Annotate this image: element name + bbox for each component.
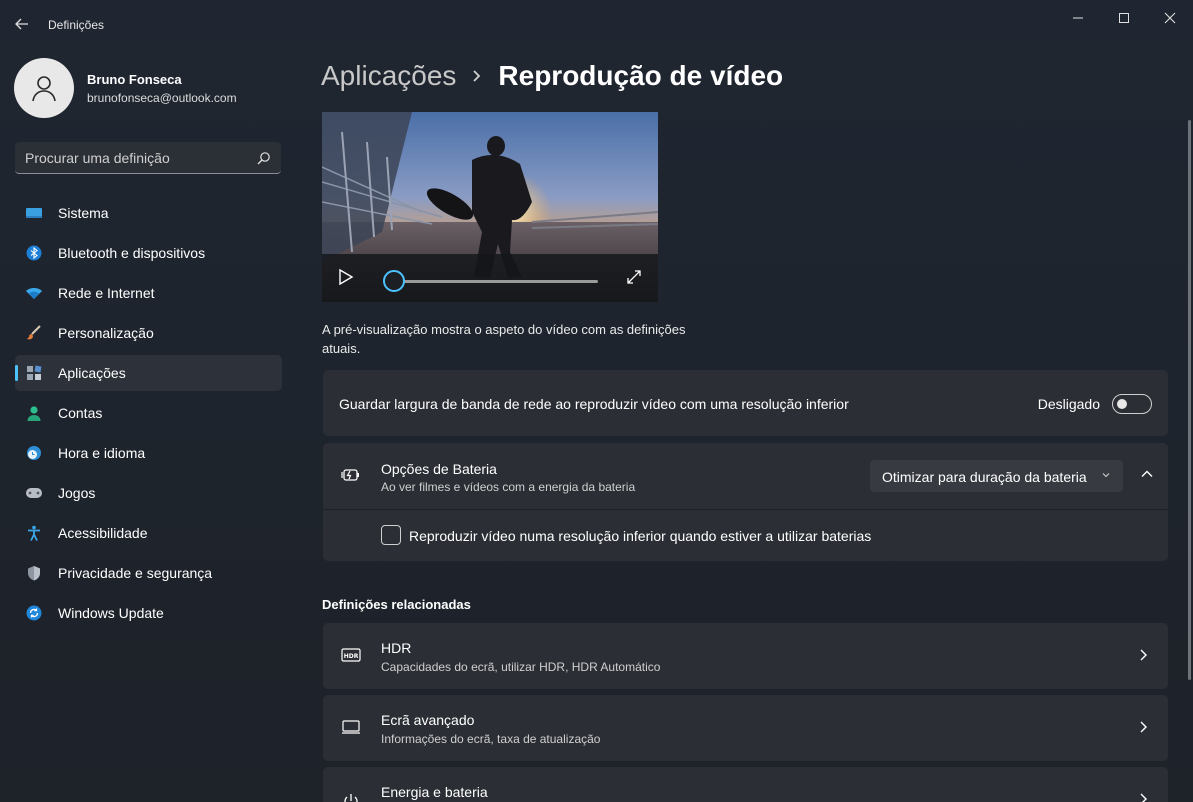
sidebar-item-label: Contas bbox=[58, 405, 103, 421]
sidebar-nav: Sistema Bluetooth e dispositivos Rede e … bbox=[15, 195, 282, 635]
low-res-battery-label: Reproduzir vídeo numa resolução inferior… bbox=[409, 528, 872, 544]
sidebar-item-label: Bluetooth e dispositivos bbox=[58, 245, 206, 261]
person-avatar-icon bbox=[32, 76, 56, 102]
accessibility-icon bbox=[25, 524, 43, 542]
search-input[interactable] bbox=[15, 142, 255, 173]
sidebar-item-aplicacoes[interactable]: Aplicações bbox=[15, 355, 282, 391]
svg-text:HDR: HDR bbox=[344, 653, 359, 660]
related-item-subtitle: Capacidades do ecrã, utilizar HDR, HDR A… bbox=[381, 660, 661, 674]
close-button[interactable] bbox=[1158, 8, 1182, 28]
chevron-right-icon bbox=[1140, 793, 1147, 802]
breadcrumb: Aplicações Reprodução de vídeo bbox=[321, 60, 783, 92]
maximize-icon bbox=[1119, 13, 1129, 23]
sidebar-item-label: Jogos bbox=[58, 485, 96, 501]
breadcrumb-parent[interactable]: Aplicações bbox=[321, 60, 456, 92]
person-icon bbox=[25, 404, 43, 422]
search-icon[interactable] bbox=[257, 151, 271, 165]
shield-icon bbox=[25, 564, 43, 582]
monitor-icon bbox=[342, 720, 360, 734]
hdr-icon: HDR bbox=[341, 648, 361, 662]
search-box bbox=[15, 142, 281, 174]
sidebar-item-label: Privacidade e segurança bbox=[58, 565, 213, 581]
profile-email: brunofonseca@outlook.com bbox=[87, 90, 237, 105]
related-item-hdr[interactable]: HDR HDR Capacidades do ecrã, utilizar HD… bbox=[323, 623, 1168, 689]
close-icon bbox=[1164, 12, 1176, 24]
power-icon bbox=[344, 794, 358, 802]
progress-track[interactable] bbox=[394, 280, 598, 283]
scrollbar[interactable] bbox=[1188, 120, 1191, 680]
page-title: Reprodução de vídeo bbox=[498, 60, 784, 91]
related-item-title: Ecrã avançado bbox=[381, 712, 475, 728]
battery-options-title: Opções de Bateria bbox=[381, 461, 497, 477]
sidebar-item-windows-update[interactable]: Windows Update bbox=[15, 595, 282, 631]
preview-description: A pré-visualização mostra o aspeto do ví… bbox=[322, 322, 686, 356]
chevron-up-icon[interactable] bbox=[1140, 467, 1154, 481]
related-item-subtitle: Informações do ecrã, taxa de atualização bbox=[381, 732, 601, 746]
progress-thumb[interactable] bbox=[383, 270, 405, 292]
toggle-knob bbox=[1117, 399, 1127, 409]
fullscreen-icon[interactable] bbox=[626, 269, 642, 285]
battery-mode-value: Otimizar para duração da bateria bbox=[882, 469, 1087, 485]
sidebar-item-label: Aplicações bbox=[58, 365, 126, 381]
sidebar-item-label: Windows Update bbox=[58, 605, 164, 621]
sidebar-item-jogos[interactable]: Jogos bbox=[15, 475, 282, 511]
bandwidth-setting-card: Guardar largura de banda de rede ao repr… bbox=[323, 370, 1168, 436]
sidebar-item-sistema[interactable]: Sistema bbox=[15, 195, 282, 231]
bluetooth-icon bbox=[25, 244, 43, 262]
back-arrow-icon bbox=[15, 18, 28, 30]
globe-clock-icon bbox=[25, 444, 43, 462]
window-title: Definições bbox=[48, 18, 105, 32]
maximize-button[interactable] bbox=[1112, 8, 1136, 28]
sidebar-item-label: Rede e Internet bbox=[58, 285, 155, 301]
chevron-right-icon bbox=[1140, 649, 1147, 661]
battery-options-header[interactable]: Opções de Bateria Ao ver filmes e vídeos… bbox=[323, 443, 1168, 510]
bandwidth-toggle[interactable] bbox=[1112, 394, 1152, 414]
sidebar-item-label: Sistema bbox=[58, 205, 109, 221]
sidebar-item-contas[interactable]: Contas bbox=[15, 395, 282, 431]
gamepad-icon bbox=[25, 484, 43, 502]
chevron-right-icon bbox=[1140, 721, 1147, 733]
sidebar-item-label: Personalização bbox=[58, 325, 154, 341]
wifi-icon bbox=[25, 284, 43, 302]
avatar bbox=[14, 58, 74, 118]
video-preview bbox=[322, 112, 658, 302]
minimize-button[interactable] bbox=[1066, 8, 1090, 28]
sidebar-item-label: Hora e idioma bbox=[58, 445, 146, 461]
battery-mode-dropdown[interactable]: Otimizar para duração da bateria bbox=[870, 460, 1123, 492]
related-item-title: Energia e bateria bbox=[381, 784, 488, 800]
update-icon bbox=[25, 604, 43, 622]
active-indicator bbox=[15, 365, 18, 381]
system-icon bbox=[25, 204, 43, 222]
settings-window: Definições Bruno Fonseca brunofonseca@ou… bbox=[0, 0, 1193, 802]
sidebar-item-rede[interactable]: Rede e Internet bbox=[15, 275, 282, 311]
brush-icon bbox=[25, 324, 43, 342]
battery-options-subtitle: Ao ver filmes e vídeos com a energia da … bbox=[381, 480, 636, 494]
battery-options-card: Opções de Bateria Ao ver filmes e vídeos… bbox=[323, 443, 1168, 561]
toggle-state-label: Desligado bbox=[1037, 396, 1100, 412]
related-settings-heading: Definições relacionadas bbox=[322, 597, 471, 612]
related-item-energia[interactable]: Energia e bateria bbox=[323, 767, 1168, 802]
sidebar-item-bluetooth[interactable]: Bluetooth e dispositivos bbox=[15, 235, 282, 271]
battery-icon bbox=[341, 469, 359, 481]
related-item-ecra-avancado[interactable]: Ecrã avançado Informações do ecrã, taxa … bbox=[323, 695, 1168, 761]
sidebar-item-label: Acessibilidade bbox=[58, 525, 148, 541]
profile-name: Bruno Fonseca bbox=[87, 71, 182, 87]
title-bar: Definições bbox=[0, 0, 1193, 48]
sidebar-item-hora[interactable]: Hora e idioma bbox=[15, 435, 282, 471]
low-res-battery-checkbox[interactable] bbox=[381, 525, 401, 545]
video-controls bbox=[322, 254, 658, 302]
play-icon[interactable] bbox=[338, 268, 354, 286]
user-profile[interactable]: Bruno Fonseca brunofonseca@outlook.com bbox=[14, 58, 237, 118]
related-item-title: HDR bbox=[381, 640, 412, 656]
chevron-right-icon bbox=[472, 68, 482, 84]
back-button[interactable] bbox=[12, 14, 32, 34]
apps-icon bbox=[25, 364, 43, 382]
bandwidth-label: Guardar largura de banda de rede ao repr… bbox=[339, 396, 849, 412]
sidebar-item-privacidade[interactable]: Privacidade e segurança bbox=[15, 555, 282, 591]
sidebar-item-acessibilidade[interactable]: Acessibilidade bbox=[15, 515, 282, 551]
sidebar-item-personalizacao[interactable]: Personalização bbox=[15, 315, 282, 351]
chevron-down-icon bbox=[1102, 473, 1110, 478]
minimize-icon bbox=[1073, 17, 1083, 19]
